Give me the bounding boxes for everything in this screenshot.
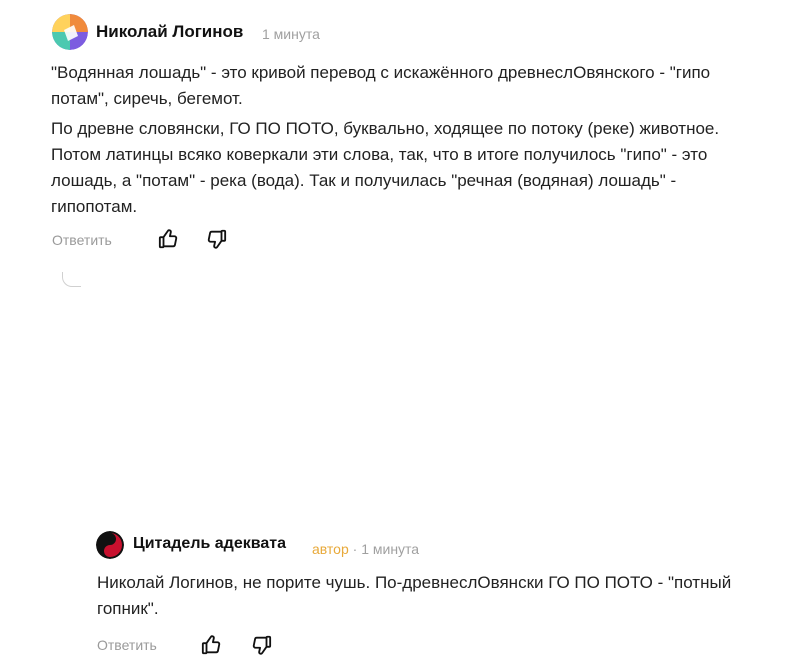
comment-time: 1 минута: [361, 541, 420, 557]
thumbs-up-icon[interactable]: [158, 228, 180, 250]
thumbs-down-icon[interactable]: [250, 634, 272, 656]
avatar[interactable]: [52, 14, 88, 50]
reply-button[interactable]: Ответить: [52, 232, 112, 248]
comment-meta: автор · 1 минута: [312, 541, 419, 557]
thumbs-up-icon[interactable]: [201, 634, 223, 656]
author-name[interactable]: Николай Логинов: [96, 22, 243, 42]
comment-text: "Водянная лошадь" - это кривой перевод с…: [51, 63, 711, 108]
comment-time: 1 минута: [262, 26, 320, 42]
meta-separator: ·: [352, 541, 358, 557]
thread-connector: [62, 272, 81, 287]
comment-text: По древне словянски, ГО ПО ПОТО, букваль…: [51, 119, 720, 216]
author-name[interactable]: Цитадель адеквата: [133, 535, 286, 553]
author-badge: автор: [312, 541, 349, 557]
thumbs-down-icon[interactable]: [205, 228, 227, 250]
reply-button[interactable]: Ответить: [97, 637, 157, 653]
comment-text: Николай Логинов, не порите чушь. По-древ…: [97, 573, 732, 618]
avatar[interactable]: [96, 531, 124, 559]
